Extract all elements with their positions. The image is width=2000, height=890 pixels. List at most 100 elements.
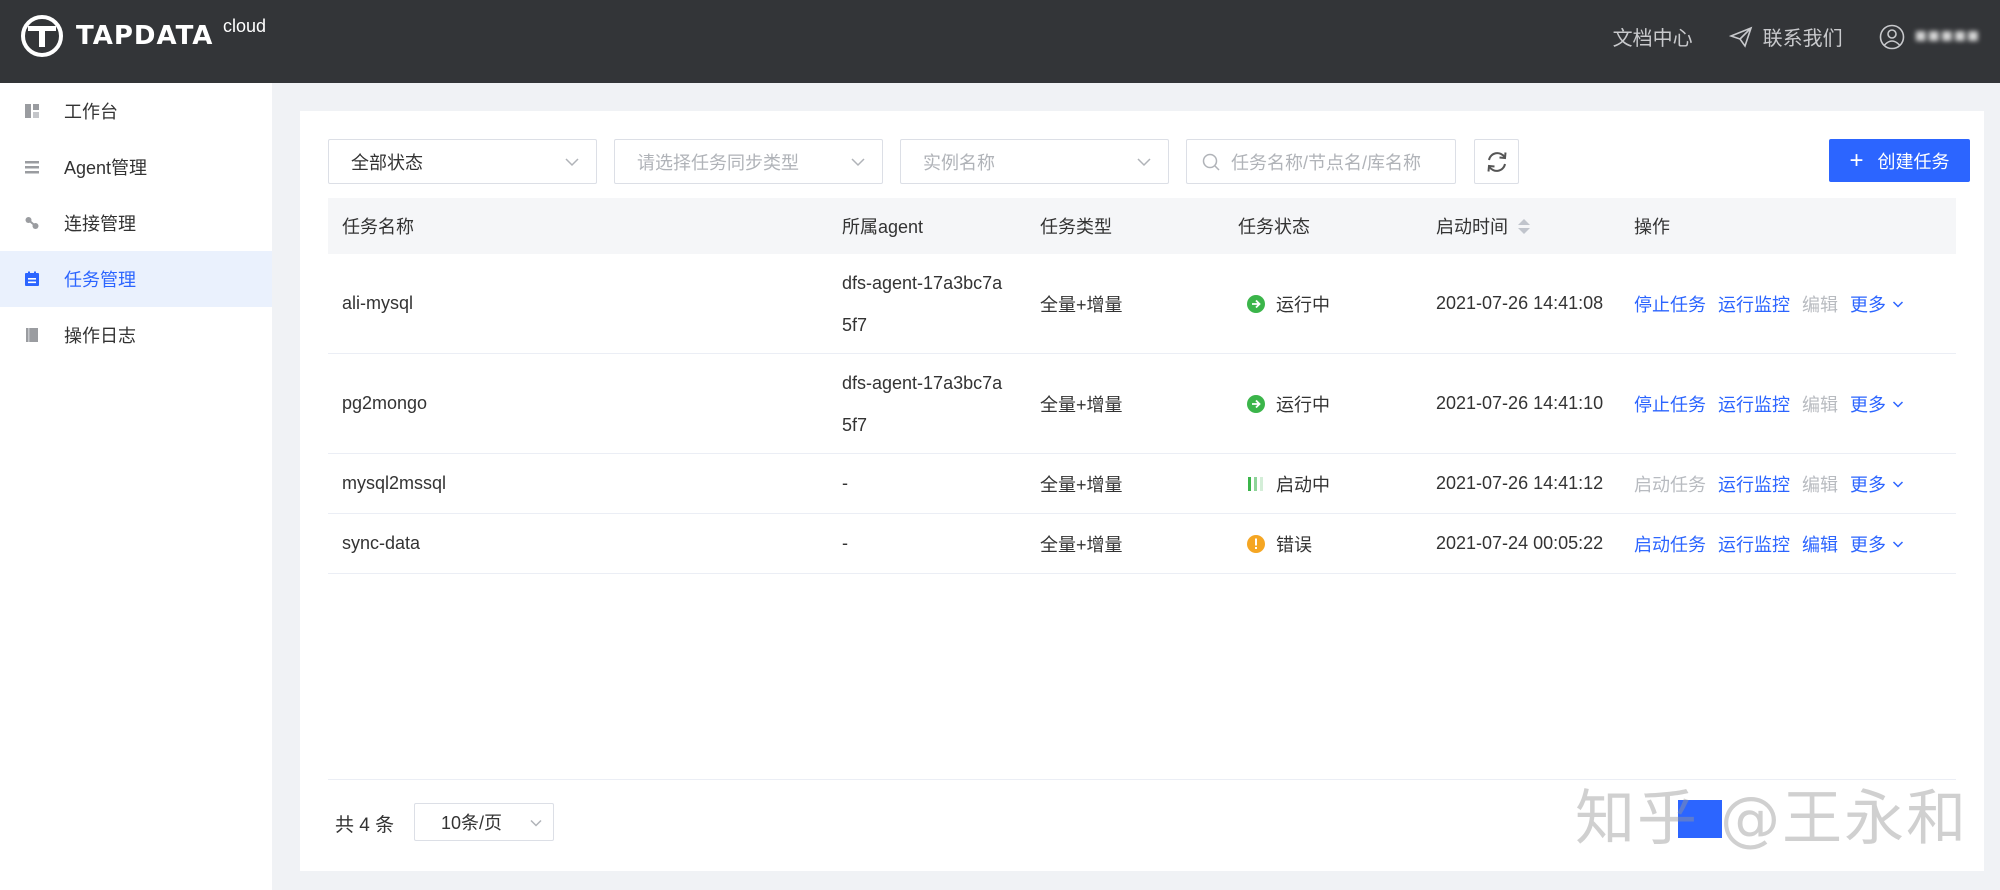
task-status: 错误	[1246, 514, 1312, 573]
user-menu[interactable]: ■■■■■	[1879, 24, 1980, 50]
col-header-status: 任务状态	[1238, 217, 1310, 237]
col-header-agent: 所属agent	[842, 217, 924, 237]
stop-task-button[interactable]: 停止任务	[1634, 291, 1706, 317]
col-header-actions: 操作	[1634, 217, 1670, 237]
task-type: 全量+增量	[1040, 294, 1123, 315]
task-name[interactable]: pg2mongo	[342, 354, 427, 453]
total-count: 共 4 条	[335, 815, 395, 836]
chevron-down-icon	[1892, 300, 1904, 308]
monitor-button[interactable]: 运行监控	[1718, 471, 1790, 497]
monitor-button[interactable]: 运行监控	[1718, 531, 1790, 557]
task-name[interactable]: ali-mysql	[342, 254, 413, 353]
more-dropdown[interactable]: 更多	[1850, 471, 1904, 497]
docs-label: 文档中心	[1612, 28, 1693, 50]
chevron-down-icon	[1892, 480, 1904, 488]
edit-button[interactable]: 编辑	[1802, 531, 1838, 557]
task-status-label: 启动中	[1276, 474, 1330, 495]
contact-link[interactable]: 联系我们	[1728, 22, 1843, 51]
start-task-button[interactable]: 启动任务	[1634, 471, 1706, 497]
task-agent: dfs-agent-17a3bc7a5f7	[842, 372, 1003, 435]
list-icon	[25, 161, 39, 174]
send-icon	[1728, 26, 1752, 48]
stop-task-button[interactable]: 停止任务	[1634, 391, 1706, 417]
top-bar: TAPDATA cloud 文档中心 联系我们 ■■■■■	[0, 0, 2000, 83]
more-dropdown[interactable]: 更多	[1850, 531, 1904, 557]
more-label: 更多	[1850, 474, 1886, 495]
edit-button[interactable]: 编辑	[1802, 291, 1838, 317]
start-task-button[interactable]: 启动任务	[1634, 531, 1706, 557]
task-start-time: 2021-07-24 00:05:22	[1436, 533, 1604, 553]
plus-icon: +	[1849, 146, 1864, 174]
task-agent: dfs-agent-17a3bc7a5f7	[842, 272, 1003, 335]
sidebar-item-agent[interactable]: Agent管理	[0, 139, 272, 195]
sort-icon[interactable]	[1518, 218, 1530, 234]
task-status: 运行中	[1246, 254, 1330, 353]
search-icon	[1202, 153, 1220, 171]
sidebar-item-task[interactable]: 任务管理	[0, 251, 272, 307]
running-icon	[1247, 294, 1265, 313]
task-name[interactable]: sync-data	[342, 514, 420, 573]
sync-type-placeholder: 请选择任务同步类型	[637, 152, 799, 173]
more-label: 更多	[1850, 394, 1886, 415]
status-select-value: 全部状态	[351, 152, 423, 173]
warning-icon	[1247, 534, 1265, 553]
contact-label: 联系我们	[1762, 28, 1843, 50]
task-type: 全量+增量	[1040, 534, 1123, 555]
create-task-label: 创建任务	[1877, 151, 1950, 172]
loading-icon	[1248, 476, 1263, 491]
chevron-down-icon	[1892, 400, 1904, 408]
refresh-button[interactable]	[1474, 139, 1519, 184]
col-header-type: 任务类型	[1040, 217, 1112, 237]
sidebar: 工作台 Agent管理 连接管理 任务管理 操作日志	[0, 83, 272, 890]
sidebar-item-workbench[interactable]: 工作台	[0, 83, 272, 139]
search-input[interactable]: 任务名称/节点名/库名称	[1186, 139, 1456, 184]
watermark: 知乎 @王永和	[1575, 784, 1969, 854]
table-header: 任务名称 所属agent 任务类型 任务状态 启动时间 操作	[328, 198, 1956, 254]
table-row: pg2mongo dfs-agent-17a3bc7a5f7 全量+增量 运行中…	[328, 354, 1956, 454]
dashboard-icon	[25, 104, 39, 118]
task-start-time: 2021-07-26 14:41:12	[1436, 473, 1604, 493]
brand-logo[interactable]: TAPDATA cloud	[20, 14, 266, 58]
sidebar-item-label: 连接管理	[64, 214, 136, 234]
page-size-select[interactable]: 10条/页	[414, 803, 554, 841]
brand-name: TAPDATA	[76, 21, 214, 51]
status-select[interactable]: 全部状态	[328, 139, 597, 184]
edit-button[interactable]: 编辑	[1802, 391, 1838, 417]
more-dropdown[interactable]: 更多	[1850, 291, 1904, 317]
task-start-time: 2021-07-26 14:41:10	[1436, 393, 1604, 413]
task-name[interactable]: mysql2mssql	[342, 454, 446, 513]
link-icon	[25, 217, 39, 229]
task-agent: -	[842, 473, 848, 493]
task-type: 全量+增量	[1040, 394, 1123, 415]
sidebar-item-label: Agent管理	[64, 158, 148, 178]
sidebar-item-log[interactable]: 操作日志	[0, 307, 272, 363]
task-start-time: 2021-07-26 14:41:08	[1436, 293, 1604, 313]
edit-button[interactable]: 编辑	[1802, 471, 1838, 497]
monitor-button[interactable]: 运行监控	[1718, 291, 1790, 317]
task-list-card: 全部状态 请选择任务同步类型 实例名称 任务名称/节点名/库名称 + 创建任务 …	[300, 111, 1984, 871]
task-status: 运行中	[1246, 354, 1330, 453]
task-status-label: 运行中	[1276, 394, 1330, 415]
sync-type-select[interactable]: 请选择任务同步类型	[614, 139, 883, 184]
col-header-name: 任务名称	[342, 217, 414, 237]
col-header-start-time[interactable]: 启动时间	[1436, 198, 1530, 254]
docs-link[interactable]: 文档中心	[1613, 22, 1693, 51]
create-task-button[interactable]: + 创建任务	[1829, 139, 1970, 182]
more-dropdown[interactable]: 更多	[1850, 391, 1904, 417]
monitor-button[interactable]: 运行监控	[1718, 391, 1790, 417]
task-agent: -	[842, 533, 848, 553]
task-type: 全量+增量	[1040, 474, 1123, 495]
task-status-label: 运行中	[1276, 294, 1330, 315]
refresh-icon	[1487, 151, 1506, 172]
sidebar-item-connection[interactable]: 连接管理	[0, 195, 272, 251]
sidebar-item-label: 操作日志	[64, 326, 136, 346]
chevron-down-icon	[565, 158, 579, 167]
instance-select[interactable]: 实例名称	[900, 139, 1169, 184]
running-icon	[1247, 394, 1265, 413]
more-label: 更多	[1850, 534, 1886, 555]
tapdata-logo-icon	[21, 15, 63, 57]
task-status-label: 错误	[1276, 534, 1312, 555]
task-icon	[25, 271, 39, 286]
task-status: 启动中	[1246, 454, 1330, 513]
user-name: ■■■■■	[1914, 25, 1980, 47]
